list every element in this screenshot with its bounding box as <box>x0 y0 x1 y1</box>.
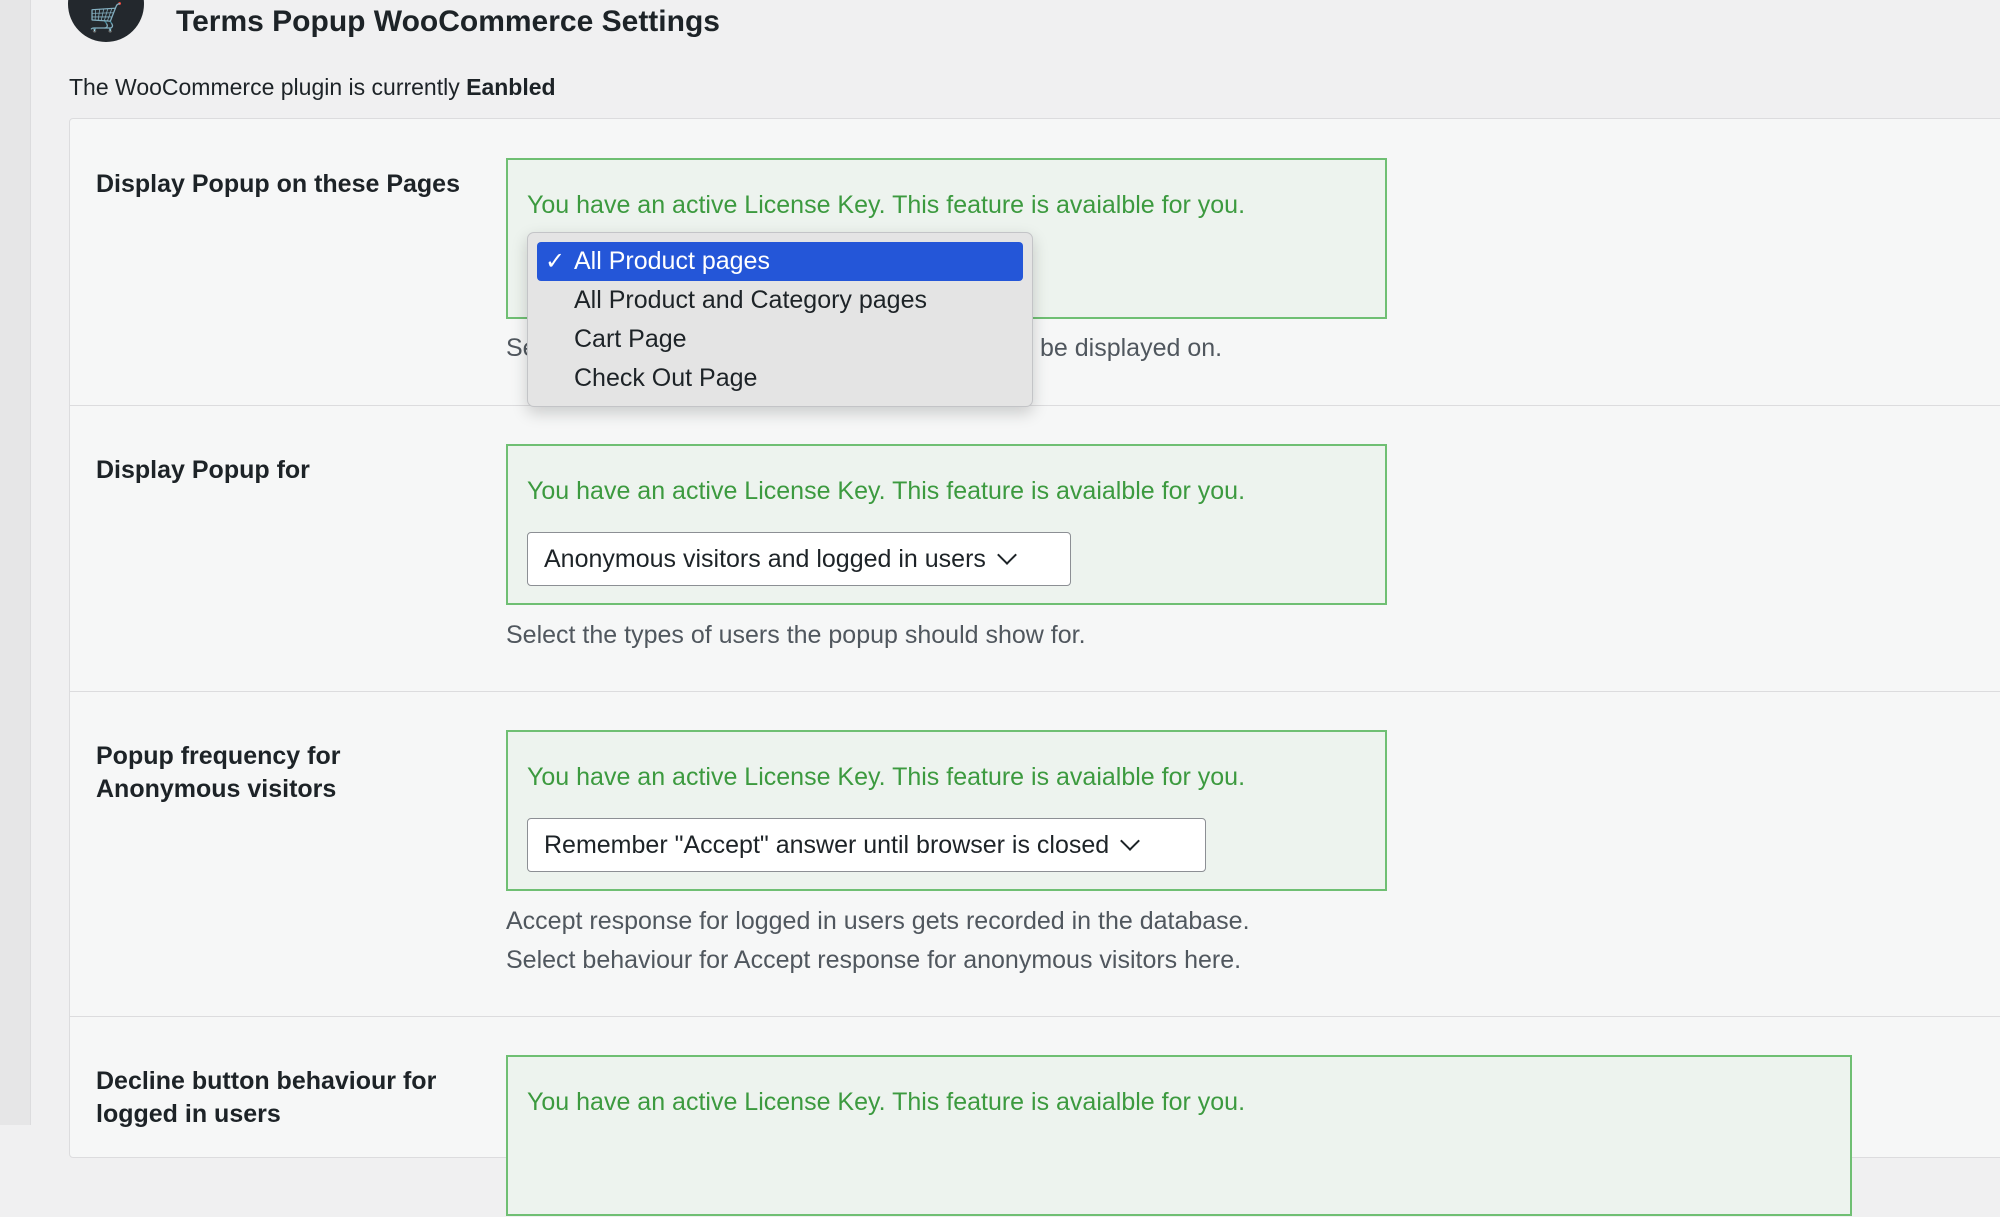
row-label-decline: Decline button behaviour for logged in u… <box>96 1067 437 1128</box>
license-box-decline: You have an active License Key. This fea… <box>506 1055 1852 1216</box>
setting-row-display-pages: Display Popup on these Pages You have an… <box>70 119 2000 406</box>
setting-row-decline: Decline button behaviour for logged in u… <box>70 1017 2000 1217</box>
plugin-status: The WooCommerce plugin is currently Eanb… <box>69 74 556 101</box>
dropdown-option-label: Check Out Page <box>574 364 758 392</box>
page-title: Terms Popup WooCommerce Settings <box>176 5 720 38</box>
dropdown-option-label: All Product and Category pages <box>574 286 927 314</box>
pages-dropdown-menu: ✓ All Product pages All Product and Cate… <box>527 232 1033 407</box>
settings-panel: Display Popup on these Pages You have an… <box>69 118 2000 1216</box>
plugin-status-value: Eanbled <box>466 74 556 100</box>
checkmark-icon: ✓ <box>545 248 566 275</box>
row-label-frequency: Popup frequency for Anonymous visitors <box>96 742 341 803</box>
dropdown-option-product-category-pages[interactable]: All Product and Category pages <box>537 281 1023 320</box>
dropdown-option-cart-page[interactable]: Cart Page <box>537 320 1023 359</box>
row-description-frequency-2: Select behaviour for Accept response for… <box>506 946 1242 974</box>
license-notice: You have an active License Key. This fea… <box>527 1088 1246 1116</box>
frequency-select[interactable]: Remember "Accept" answer until browser i… <box>527 818 1206 872</box>
chevron-down-icon <box>997 545 1017 565</box>
license-notice: You have an active License Key. This fea… <box>527 763 1246 791</box>
license-notice: You have an active License Key. This fea… <box>527 477 1246 505</box>
row-description-display-for: Select the types of users the popup shou… <box>506 621 1086 649</box>
dropdown-option-label: All Product pages <box>574 247 770 275</box>
license-box-display-for: You have an active License Key. This fea… <box>506 444 1387 605</box>
cart-icon: 🛒 <box>68 0 144 42</box>
setting-row-display-for: Display Popup for You have an active Lic… <box>70 406 2000 692</box>
dropdown-option-checkout-page[interactable]: Check Out Page <box>537 359 1023 398</box>
user-type-select[interactable]: Anonymous visitors and logged in users <box>527 532 1071 586</box>
dropdown-option-label: Cart Page <box>574 325 687 353</box>
admin-sidebar-edge <box>0 0 31 1125</box>
frequency-select-value: Remember "Accept" answer until browser i… <box>544 830 1110 859</box>
license-notice: You have an active License Key. This fea… <box>527 191 1246 219</box>
user-type-select-value: Anonymous visitors and logged in users <box>544 544 986 573</box>
row-description-display-pages-end: be displayed on. <box>1040 334 1223 362</box>
setting-row-frequency: Popup frequency for Anonymous visitors Y… <box>70 692 2000 1017</box>
row-label-display-pages: Display Popup on these Pages <box>96 170 460 198</box>
dropdown-option-all-product-pages[interactable]: ✓ All Product pages <box>537 242 1023 281</box>
license-box-frequency: You have an active License Key. This fea… <box>506 730 1387 891</box>
chevron-down-icon <box>1120 831 1141 851</box>
plugin-status-prefix: The WooCommerce plugin is currently <box>69 74 460 100</box>
page-header: 🛒 Terms Popup WooCommerce Settings <box>68 0 720 44</box>
row-description-frequency-1: Accept response for logged in users gets… <box>506 907 1250 935</box>
row-label-display-for: Display Popup for <box>96 456 310 484</box>
